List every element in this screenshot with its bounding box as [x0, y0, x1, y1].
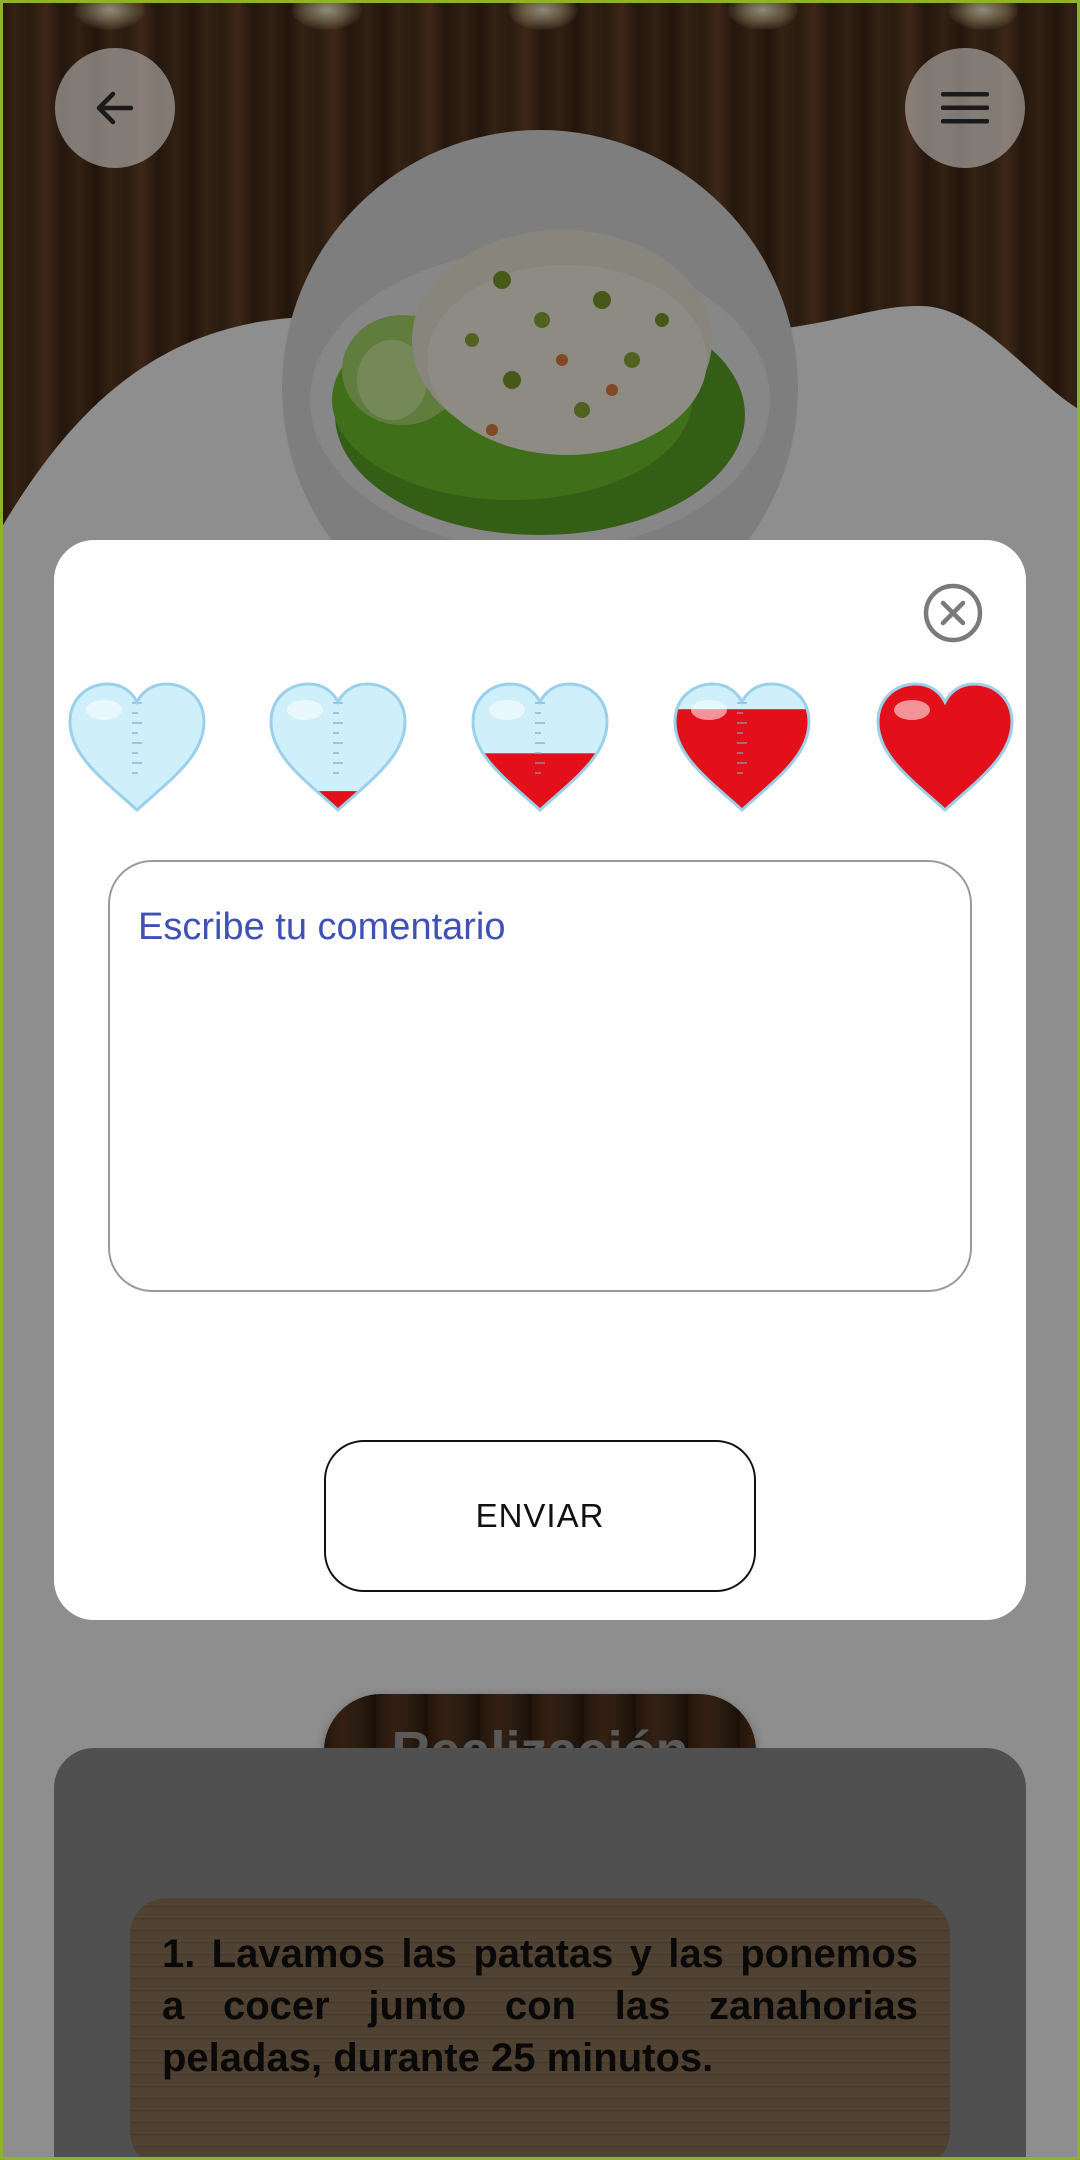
back-button[interactable]	[55, 48, 175, 168]
hamburger-menu-icon	[941, 92, 989, 124]
arrow-left-icon	[96, 91, 134, 125]
comment-input[interactable]: Escribe tu comentario	[108, 860, 972, 1292]
menu-button[interactable]	[905, 48, 1025, 168]
rating-heart-1[interactable]	[64, 680, 210, 816]
rating-heart-5[interactable]	[872, 680, 1018, 816]
close-button[interactable]	[922, 582, 984, 644]
comment-placeholder: Escribe tu comentario	[138, 906, 506, 948]
rating-dialog: Escribe tu comentario ENVIAR	[54, 540, 1026, 1620]
rating-heart-3[interactable]	[467, 680, 613, 816]
rating-heart-2[interactable]	[265, 680, 411, 816]
rating-heart-4[interactable]	[669, 680, 815, 816]
heart-rating	[54, 680, 1026, 830]
send-button[interactable]: ENVIAR	[324, 1440, 756, 1592]
close-circle-icon	[923, 583, 983, 643]
